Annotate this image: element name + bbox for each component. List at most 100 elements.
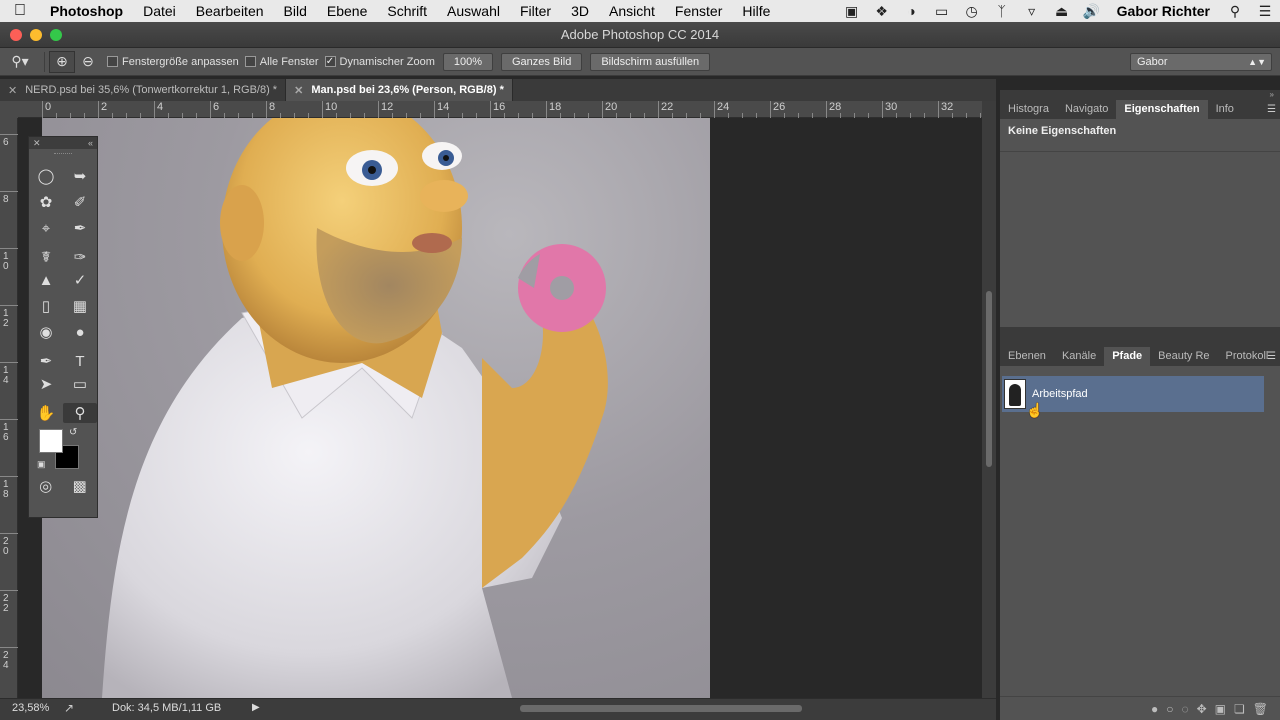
share-icon[interactable]: ↗ (64, 701, 74, 715)
pen-icon[interactable]: ✒ (29, 351, 63, 371)
info-menu-arrow-icon[interactable]: ▶ (252, 702, 260, 713)
healing-brush-icon[interactable]: ☤ (29, 247, 63, 267)
polygonal-lasso-icon[interactable]: ✿ (29, 189, 63, 215)
dodge-icon[interactable]: ● (63, 319, 97, 345)
screen-mode-icon[interactable]: ▩ (73, 477, 87, 495)
panel-menu-icon[interactable]: ☰ (1267, 347, 1276, 366)
time-machine-icon[interactable]: ◷ (957, 3, 987, 20)
fit-window-checkbox[interactable]: Fenstergröße anpassen (107, 56, 239, 68)
tab-properties[interactable]: Eigenschaften (1116, 100, 1208, 119)
dynamic-zoom-checkbox[interactable]: ✓ Dynamischer Zoom (324, 56, 435, 68)
foreground-color-swatch[interactable] (39, 429, 63, 453)
eject-icon[interactable]: ⏏ (1047, 3, 1077, 20)
fill-screen-button[interactable]: Bildschirm ausfüllen (590, 52, 711, 71)
menu-filter[interactable]: Filter (510, 3, 561, 19)
all-windows-checkbox[interactable]: Alle Fenster (244, 56, 319, 68)
tab-nerd-psd[interactable]: ✕ NERD.psd bei 35,6% (Tonwertkorrektur 1… (0, 79, 287, 101)
sync-icon[interactable]: ◑ (897, 3, 927, 19)
history-brush-icon[interactable]: ✓ (63, 267, 97, 293)
document-canvas[interactable] (18, 118, 982, 698)
menu-ansicht[interactable]: Ansicht (599, 3, 665, 19)
tab-channels[interactable]: Kanäle (1054, 347, 1104, 366)
dropbox-icon[interactable]: ❖ (867, 3, 897, 20)
close-tab-icon[interactable]: ✕ (294, 84, 303, 97)
menu-fenster[interactable]: Fenster (665, 3, 732, 19)
panel-menu-icon[interactable]: ☰ (1267, 100, 1276, 119)
delete-path-icon[interactable]: 🗑 (1253, 702, 1268, 716)
menu-schrift[interactable]: Schrift (377, 3, 437, 19)
horizontal-ruler[interactable]: 0 2 4 6 8 10 12 14 16 18 20 22 24 26 28 30 32 (18, 101, 982, 118)
menu-ebene[interactable]: Ebene (317, 3, 377, 19)
close-panel-icon[interactable]: ✕ (33, 137, 41, 149)
quick-selection-icon[interactable]: ✐ (63, 189, 97, 215)
tab-histogram[interactable]: Histogra (1000, 100, 1057, 119)
menu-datei[interactable]: Datei (133, 3, 186, 19)
menu-auswahl[interactable]: Auswahl (437, 3, 510, 19)
tools-panel-header[interactable]: ✕ « (29, 137, 97, 149)
add-mask-icon[interactable]: ▣ (1215, 702, 1226, 716)
menu-bild[interactable]: Bild (274, 3, 317, 19)
tab-layers[interactable]: Ebenen (1000, 347, 1054, 366)
blur-icon[interactable]: ◉ (29, 319, 63, 345)
clone-stamp-icon[interactable]: ▲ (29, 267, 63, 293)
tab-paths[interactable]: Pfade (1104, 347, 1151, 366)
document-image[interactable] (42, 118, 710, 698)
zoom-readout[interactable]: 23,58% (12, 702, 49, 714)
notification-center-icon[interactable]: ☰ (1250, 3, 1280, 20)
crop-icon[interactable]: ⌖ (29, 215, 63, 241)
checkbox-box[interactable] (244, 56, 256, 67)
vertical-ruler[interactable]: 6 8 10 12 14 16 18 20 22 24 (0, 118, 18, 698)
move-icon[interactable]: ➥ (63, 163, 97, 189)
brush-icon[interactable]: ✑ (63, 247, 97, 267)
menu-bearbeiten[interactable]: Bearbeiten (186, 3, 274, 19)
path-name[interactable]: Arbeitspfad (1032, 388, 1088, 400)
tab-info[interactable]: Info (1208, 100, 1242, 119)
menu-app-photoshop[interactable]: Photoshop (40, 3, 133, 19)
tab-navigator[interactable]: Navigato (1057, 100, 1116, 119)
quick-mask-icon[interactable]: ◎ (39, 477, 52, 495)
menu-extra-icon[interactable]: ▣ (837, 3, 867, 20)
type-icon[interactable]: T (63, 351, 97, 371)
rectangle-icon[interactable]: ▭ (63, 371, 97, 397)
spotlight-search-icon[interactable]: ⚲ (1220, 3, 1250, 20)
zoom-in-icon[interactable]: ⊕ (49, 50, 75, 73)
vertical-scrollbar[interactable] (982, 101, 996, 698)
tools-panel-grip[interactable] (29, 149, 97, 157)
eraser-icon[interactable]: ▯ (29, 293, 63, 319)
zoom-icon[interactable]: ⚲ (63, 403, 97, 423)
airplay-icon[interactable]: ▭ (927, 3, 957, 20)
zoom-tool-preset-icon[interactable]: ⚲▾ (0, 51, 40, 73)
hand-icon[interactable]: ✋ (29, 403, 63, 423)
tab-beauty-retouch[interactable]: Beauty Re (1150, 347, 1217, 366)
apple-icon[interactable]:  (0, 2, 40, 20)
make-work-path-icon[interactable]: ✥ (1197, 702, 1207, 716)
ruler-origin[interactable] (0, 101, 18, 118)
tab-man-psd[interactable]: ✕ Man.psd bei 23,6% (Person, RGB/8) * (286, 79, 513, 101)
eyedropper-icon[interactable]: ✒ (63, 215, 97, 241)
zoom-out-icon[interactable]: ⊖ (75, 51, 101, 73)
fill-path-icon[interactable]: ● (1151, 702, 1158, 716)
menu-hilfe[interactable]: Hilfe (732, 3, 780, 19)
workspace-select[interactable]: Gabor ▲▼ (1130, 53, 1272, 71)
path-row-arbeitspfad[interactable]: Arbeitspfad ☝ (1002, 376, 1264, 418)
load-as-selection-icon[interactable]: ◌ (1181, 702, 1188, 716)
vertical-scroll-thumb[interactable] (986, 291, 992, 467)
wifi-icon[interactable]: ▿ (1017, 3, 1047, 20)
menu-3d[interactable]: 3D (561, 3, 599, 19)
elliptical-marquee-icon[interactable]: ◯ (29, 163, 63, 189)
volume-icon[interactable]: 🔊 (1077, 3, 1107, 20)
horizontal-scroll-thumb[interactable] (520, 705, 802, 712)
zoom-100-button[interactable]: 100% (442, 52, 493, 71)
user-name[interactable]: Gabor Richter (1107, 3, 1220, 19)
new-path-icon[interactable]: ❏ (1234, 702, 1245, 716)
checkmark-icon[interactable]: ✓ (324, 56, 336, 67)
gradient-icon[interactable]: ▦ (63, 293, 97, 319)
default-colors-icon[interactable]: ▣ (37, 459, 46, 470)
path-selection-icon[interactable]: ➤ (29, 371, 63, 397)
collapse-panel-icon[interactable]: « (88, 137, 93, 149)
bluetooth-icon[interactable]: ᛉ (987, 3, 1017, 19)
swap-colors-icon[interactable]: ↺ (69, 427, 77, 438)
dock-collapse-bar[interactable]: » (1000, 90, 1280, 100)
stroke-path-icon[interactable]: ○ (1166, 702, 1173, 716)
fit-screen-button[interactable]: Ganzes Bild (501, 52, 583, 71)
